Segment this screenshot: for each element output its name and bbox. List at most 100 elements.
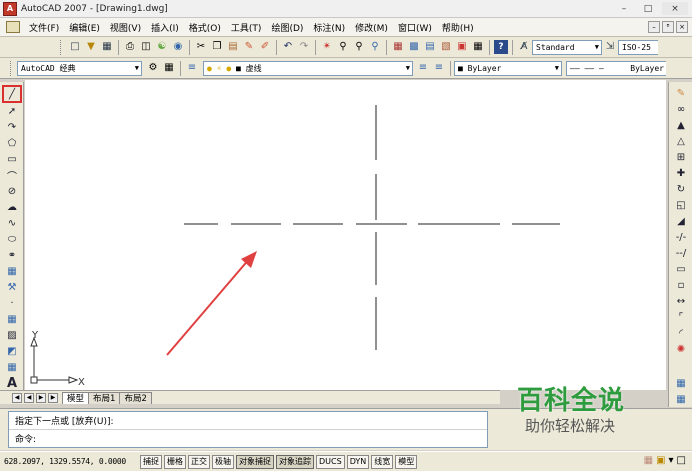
pan-realtime-icon[interactable]: ✴ <box>320 40 334 54</box>
menu-insert[interactable]: 插入(I) <box>146 21 184 34</box>
first-tab-button[interactable]: ◀ <box>12 392 22 403</box>
mdi-close-button[interactable]: × <box>676 21 688 33</box>
block-editor-icon[interactable]: ✐ <box>258 40 272 54</box>
menu-draw[interactable]: 绘图(D) <box>266 21 308 34</box>
join-icon[interactable]: ↔ <box>674 294 688 308</box>
next-tab-button[interactable]: ▶ <box>36 392 46 403</box>
drawing-canvas[interactable]: Y X <box>25 80 666 390</box>
3d-dwf-icon[interactable]: ◉ <box>171 40 185 54</box>
workspace-select[interactable]: AutoCAD 经典 ▼ <box>17 60 142 76</box>
snap-toggle[interactable]: 捕捉 <box>140 454 162 469</box>
rotate-icon[interactable]: ↻ <box>674 182 688 196</box>
ortho-toggle[interactable]: 正交 <box>188 454 210 469</box>
chevron-down-icon[interactable]: ▾ <box>669 455 674 466</box>
gradient-icon[interactable]: ▨ <box>5 328 19 342</box>
break-at-point-icon[interactable]: ▭ <box>674 262 688 276</box>
tab-model[interactable]: 模型 <box>62 391 90 404</box>
toolbar-grip[interactable] <box>60 39 63 55</box>
print-preview-icon[interactable]: ◫ <box>139 40 153 54</box>
otrack-toggle[interactable]: 对象追踪 <box>276 454 314 469</box>
ducs-toggle[interactable]: DUCS <box>316 454 345 469</box>
help-icon[interactable]: ? <box>494 40 508 54</box>
tab-layout1[interactable]: 布局1 <box>88 391 121 404</box>
open-file-icon[interactable]: ▼ <box>84 40 98 54</box>
properties-icon[interactable]: ▦ <box>391 40 405 54</box>
stretch-icon[interactable]: ◢ <box>674 214 688 228</box>
make-object-layer-current-icon[interactable]: ≡ <box>416 61 430 75</box>
undo-icon[interactable]: ↶ <box>281 40 295 54</box>
cut-icon[interactable]: ✂ <box>194 40 208 54</box>
point-icon[interactable]: · <box>5 296 19 310</box>
mirror-icon[interactable]: ▲ <box>674 118 688 132</box>
menu-edit[interactable]: 编辑(E) <box>64 21 105 34</box>
save-icon[interactable]: ▦ <box>100 40 114 54</box>
dyn-toggle[interactable]: DYN <box>346 454 370 469</box>
command-panel[interactable]: 指定下一点或 [放弃(U)]: 命令: <box>8 411 488 448</box>
autocad-app-icon[interactable]: A <box>3 1 17 16</box>
revision-cloud-icon[interactable]: ☁ <box>5 200 19 214</box>
model-toggle[interactable]: 模型 <box>395 454 418 469</box>
print-icon[interactable]: ⎙ <box>123 40 137 54</box>
new-file-icon[interactable]: □ <box>68 40 82 54</box>
line-icon[interactable]: ╱ <box>2 85 22 103</box>
mdi-minimize-button[interactable]: – <box>648 21 660 33</box>
lock-icon[interactable]: ▣ <box>656 455 665 466</box>
osnap-toggle[interactable]: 对象捕捉 <box>236 454 274 469</box>
menu-format[interactable]: 格式(O) <box>184 21 226 34</box>
spline-icon[interactable]: ∿ <box>5 216 19 230</box>
drawing-svg[interactable]: Y X <box>25 80 666 390</box>
explode-icon[interactable]: ✺ <box>674 342 688 356</box>
dim-style-select[interactable]: ISO-25 <box>618 39 658 55</box>
make-block-icon[interactable]: ⚒ <box>5 280 19 294</box>
fillet-icon[interactable]: ◜ <box>674 326 688 340</box>
break-icon[interactable]: ▫ <box>674 278 688 292</box>
polygon-icon[interactable]: ⬠ <box>5 136 19 150</box>
construction-line-icon[interactable]: ➚ <box>5 104 19 118</box>
polyline-icon[interactable]: ↷ <box>5 120 19 134</box>
draworder-back-icon[interactable]: ▦ <box>674 392 688 406</box>
grid-toggle[interactable]: 栅格 <box>164 454 186 469</box>
match-properties-icon[interactable]: ✎ <box>242 40 256 54</box>
copy-icon[interactable]: ∞ <box>674 102 688 116</box>
scale-icon[interactable]: ◱ <box>674 198 688 212</box>
polar-toggle[interactable]: 极轴 <box>212 454 234 469</box>
mdi-restore-button[interactable]: ᴮ <box>662 21 674 33</box>
offset-icon[interactable]: △ <box>674 134 688 148</box>
cursor-coordinates[interactable]: 628.2097, 1329.5574, 0.0000 <box>0 457 140 466</box>
menu-view[interactable]: 视图(V) <box>105 21 146 34</box>
layer-manager-icon[interactable]: ≡ <box>185 61 199 75</box>
ellipse-arc-icon[interactable]: ⚭ <box>5 248 19 262</box>
menu-dimension[interactable]: 标注(N) <box>308 21 350 34</box>
command-input-line[interactable]: 命令: <box>9 429 487 446</box>
tab-layout2[interactable]: 布局2 <box>119 391 152 404</box>
linetype-select[interactable]: —— —— — ByLayer <box>566 60 666 76</box>
color-select[interactable]: ■ ByLayer ▼ <box>454 60 562 76</box>
move-icon[interactable]: ✚ <box>674 166 688 180</box>
clean-screen-icon[interactable]: □ <box>677 455 686 466</box>
menu-file[interactable]: 文件(F) <box>24 21 64 34</box>
layer-previous-icon[interactable]: ≡ <box>432 61 446 75</box>
communication-center-icon[interactable]: ▦ <box>644 455 653 466</box>
sheet-set-icon[interactable]: ▧ <box>439 40 453 54</box>
draworder-icon[interactable]: ▦ <box>674 376 688 390</box>
arc-icon[interactable]: ⌒ <box>5 168 19 183</box>
hatch-icon[interactable]: ▦ <box>5 312 19 326</box>
close-button[interactable]: × <box>662 2 688 15</box>
zoom-previous-icon[interactable]: ⚲ <box>368 40 382 54</box>
circle-icon[interactable]: ⊘ <box>5 184 19 198</box>
paste-icon[interactable]: ▤ <box>226 40 240 54</box>
toolbar-grip[interactable] <box>10 60 13 76</box>
workspace-settings-icon[interactable]: ⚙ <box>146 61 160 75</box>
my-workspace-icon[interactable]: ▦ <box>162 61 176 75</box>
menu-window[interactable]: 窗口(W) <box>393 21 437 34</box>
multiline-text-icon[interactable]: A <box>5 376 19 391</box>
publish-icon[interactable]: ☯ <box>155 40 169 54</box>
markup-icon[interactable]: ▣ <box>455 40 469 54</box>
layer-select[interactable]: ● ☼ ● ■ 虚线 ▼ <box>203 60 413 76</box>
menu-modify[interactable]: 修改(M) <box>350 21 393 34</box>
table-icon[interactable]: ▦ <box>5 360 19 374</box>
zoom-window-icon[interactable]: ⚲ <box>352 40 366 54</box>
menu-help[interactable]: 帮助(H) <box>437 21 479 34</box>
chamfer-icon[interactable]: ⌜ <box>674 310 688 324</box>
quickcalc-icon[interactable]: ▦ <box>471 40 485 54</box>
